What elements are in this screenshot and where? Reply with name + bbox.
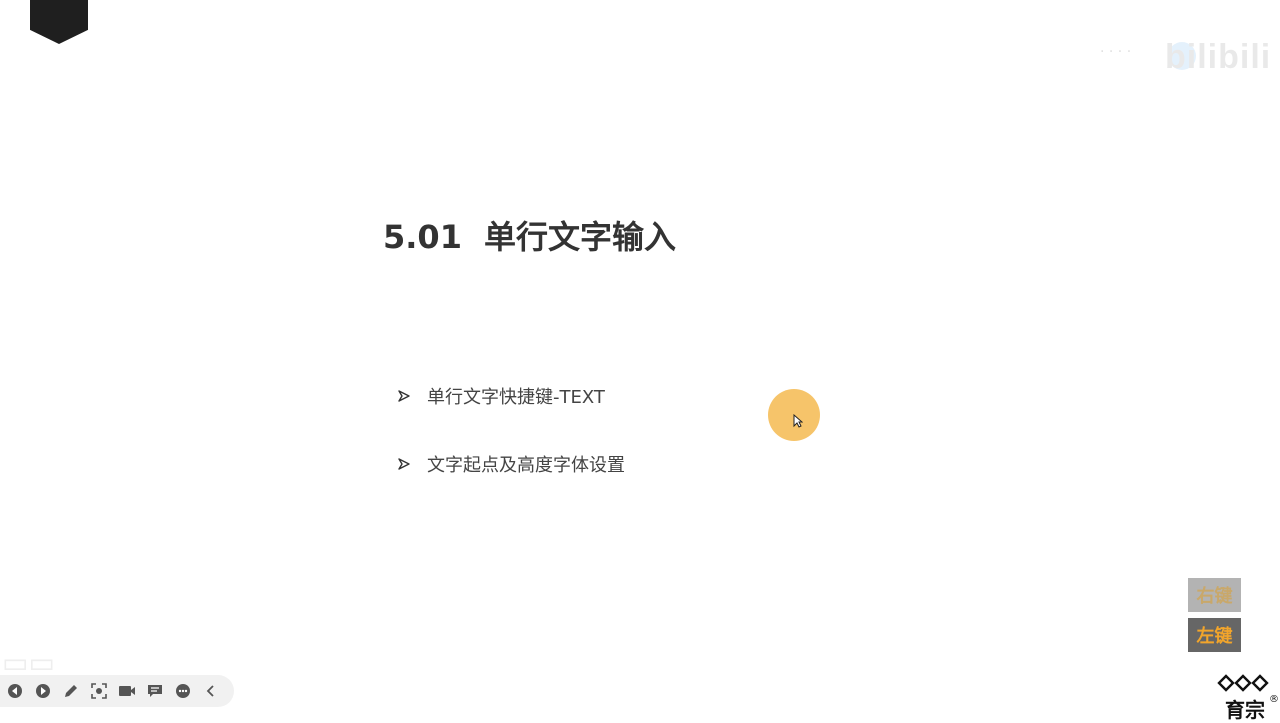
right-key-indicator: 右键 — [1188, 578, 1241, 612]
brand-registered: ® — [1269, 694, 1279, 705]
presentation-toolbar — [0, 675, 234, 707]
corner-badge — [30, 0, 88, 44]
mouse-highlight — [768, 389, 820, 441]
screenshot-icon[interactable] — [90, 682, 108, 700]
bullet-text: 文字起点及高度字体设置 — [427, 455, 625, 476]
prev-icon[interactable] — [6, 682, 24, 700]
bullet-item: 文字起点及高度字体设置 — [398, 451, 625, 477]
arrow-bullet-icon — [398, 390, 410, 402]
camera-icon[interactable] — [118, 682, 136, 700]
cursor-icon — [793, 414, 803, 428]
watermark-text: bilibili — [1165, 38, 1272, 76]
arrow-bullet-icon — [398, 458, 410, 470]
collapse-icon[interactable] — [202, 682, 220, 700]
next-icon[interactable] — [34, 682, 52, 700]
more-icon[interactable] — [174, 682, 192, 700]
brand-name: 育宗 — [1225, 698, 1265, 722]
video-watermark: · · · · bilibili — [1030, 30, 1270, 76]
section-title: 单行文字输入 — [483, 218, 676, 256]
pen-icon[interactable] — [62, 682, 80, 700]
bullet-text: 单行文字快捷键-TEXT — [427, 387, 605, 408]
comment-icon[interactable] — [146, 682, 164, 700]
section-number: 5.01 — [383, 218, 462, 256]
brand-diamond-icon — [1217, 674, 1269, 692]
slide-title: 5.01 单行文字输入 — [383, 212, 676, 258]
watermark-faint-text: · · · · — [1100, 44, 1132, 60]
brand-logo: 育宗 ® — [1213, 672, 1279, 722]
left-key-indicator: 左键 — [1188, 618, 1241, 652]
bullet-item: 单行文字快捷键-TEXT — [398, 383, 605, 409]
